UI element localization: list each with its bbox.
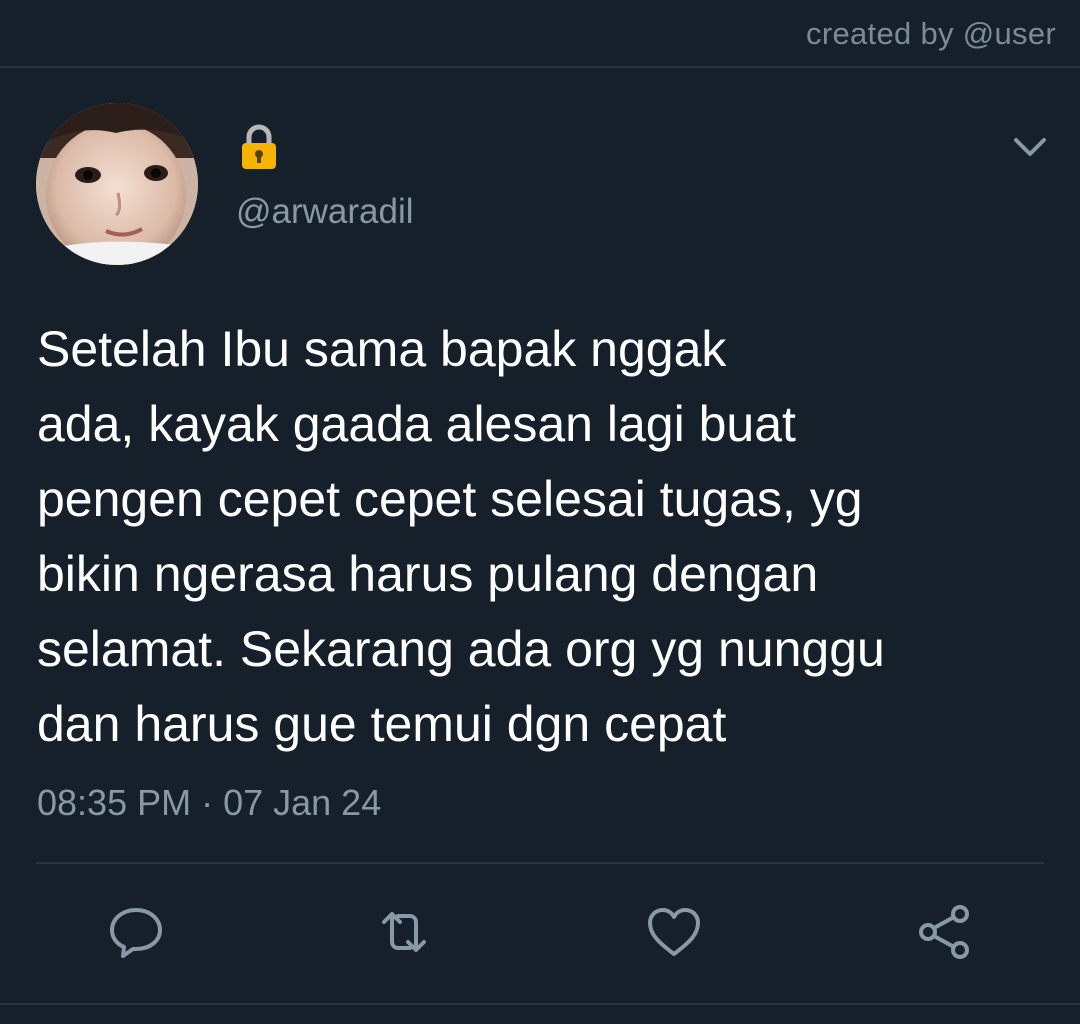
avatar[interactable]	[36, 103, 198, 265]
tweet-text-line: pengen cepet cepet selesai tugas, yg	[37, 471, 863, 527]
avatar-image	[36, 103, 198, 265]
chevron-down-icon[interactable]	[1010, 130, 1050, 166]
tweet-text-line: Setelah Ibu sama bapak nggak	[37, 321, 727, 377]
tweet-text-line: dan harus gue temui dgn cepat	[37, 696, 727, 752]
tweet-text-line: ada, kayak gaada alesan lagi buat	[37, 396, 796, 452]
top-bar: created by @user	[0, 0, 1080, 68]
retweet-icon[interactable]	[372, 900, 436, 964]
tweet-text-line: bikin ngerasa harus pulang dengan	[37, 546, 819, 602]
tweet-text-line: selamat. Sekarang ada org yg nunggu	[37, 621, 885, 677]
user-handle[interactable]: @arwaradil	[236, 192, 414, 232]
tweet-timestamp: 08:35 PM · 07 Jan 24	[37, 782, 382, 823]
share-icon[interactable]	[912, 900, 976, 964]
divider	[36, 862, 1044, 864]
like-icon[interactable]	[642, 900, 706, 964]
lock-icon	[240, 124, 278, 170]
reply-icon[interactable]	[104, 900, 168, 964]
tweet-text: Setelah Ibu sama bapak nggak ada, kayak …	[37, 312, 1047, 762]
created-by-label: created by @user	[806, 16, 1056, 51]
bottom-divider	[0, 1003, 1080, 1005]
